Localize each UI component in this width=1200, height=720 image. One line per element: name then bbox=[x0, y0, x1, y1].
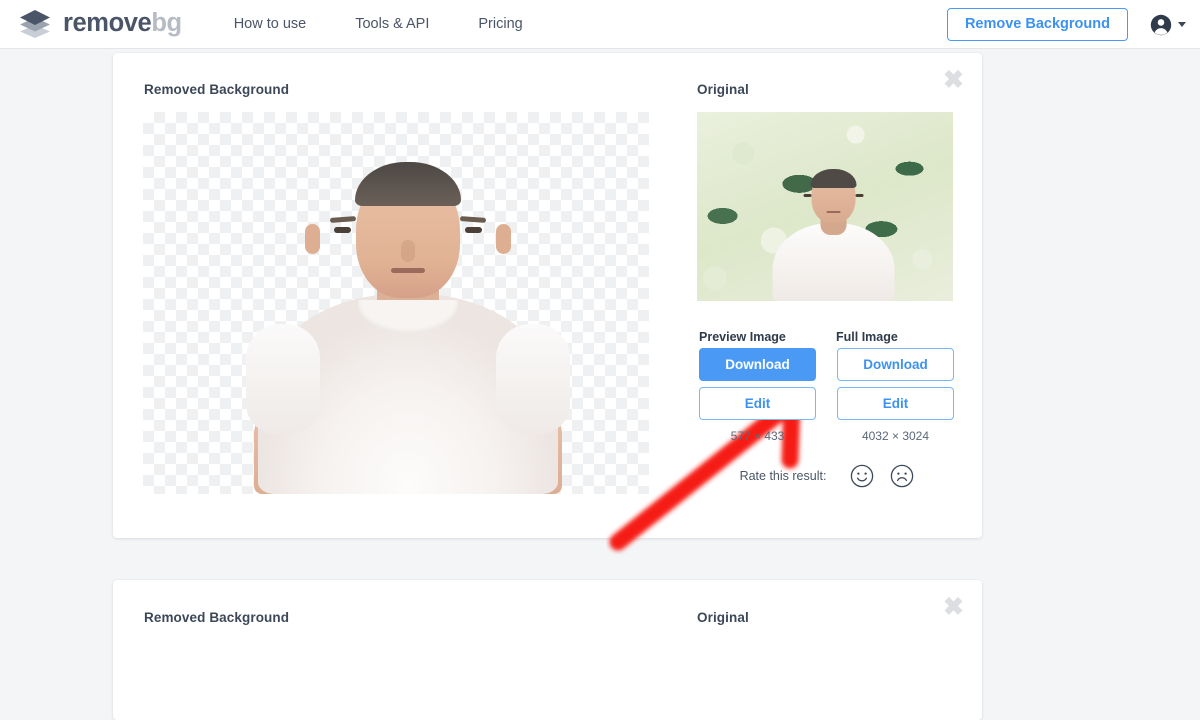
site-header: removebg How to use Tools & API Pricing … bbox=[0, 0, 1200, 49]
full-dimensions: 4032 × 3024 bbox=[861, 429, 930, 443]
nav-item-tools-api[interactable]: Tools & API bbox=[355, 17, 429, 32]
original-title: Original bbox=[697, 82, 749, 97]
removed-background-title: Removed Background bbox=[144, 610, 290, 625]
preview-download-button[interactable]: Download bbox=[699, 348, 816, 381]
account-menu[interactable] bbox=[1150, 14, 1186, 36]
rate-this-result-label: Rate this result: bbox=[739, 469, 827, 483]
original-image-subject bbox=[772, 169, 895, 301]
preview-dimensions: 577 × 433 bbox=[730, 429, 785, 443]
account-circle-icon bbox=[1150, 14, 1172, 35]
brand-wordmark: removebg bbox=[63, 11, 182, 37]
main-navigation: How to use Tools & API Pricing bbox=[234, 0, 572, 48]
close-icon[interactable]: ✖ bbox=[943, 595, 964, 620]
brand-word-bg: bg bbox=[151, 9, 182, 38]
rating-row: Rate this result: bbox=[699, 464, 955, 488]
full-download-button[interactable]: Download bbox=[837, 348, 954, 381]
smiley-face-icon[interactable] bbox=[850, 464, 874, 488]
original-title: Original bbox=[697, 610, 749, 625]
removed-background-preview[interactable] bbox=[143, 112, 649, 494]
removed-background-title: Removed Background bbox=[144, 82, 290, 97]
frowny-face-icon[interactable] bbox=[890, 464, 914, 488]
preview-image-label: Preview Image bbox=[699, 330, 786, 344]
remove-background-button[interactable]: Remove Background bbox=[946, 8, 1128, 41]
cutout-subject-image bbox=[246, 162, 570, 494]
result-card-2: ✖ Removed Background Original bbox=[113, 580, 982, 720]
brand-logo-link[interactable]: removebg bbox=[18, 0, 182, 48]
brand-word-remove: remove bbox=[63, 9, 152, 38]
chevron-down-icon bbox=[1178, 22, 1186, 27]
preview-edit-button[interactable]: Edit bbox=[699, 387, 816, 420]
close-icon[interactable]: ✖ bbox=[943, 68, 964, 93]
original-image[interactable] bbox=[697, 112, 953, 301]
nav-item-how-to-use[interactable]: How to use bbox=[234, 17, 307, 32]
header-actions: Remove Background bbox=[946, 0, 1186, 49]
full-image-label: Full Image bbox=[836, 330, 898, 344]
result-card-1: ✖ Removed Background Original Preview Im… bbox=[113, 53, 982, 551]
nav-item-pricing[interactable]: Pricing bbox=[478, 17, 522, 32]
layers-diamond-icon bbox=[20, 10, 50, 38]
full-edit-button[interactable]: Edit bbox=[837, 387, 954, 420]
